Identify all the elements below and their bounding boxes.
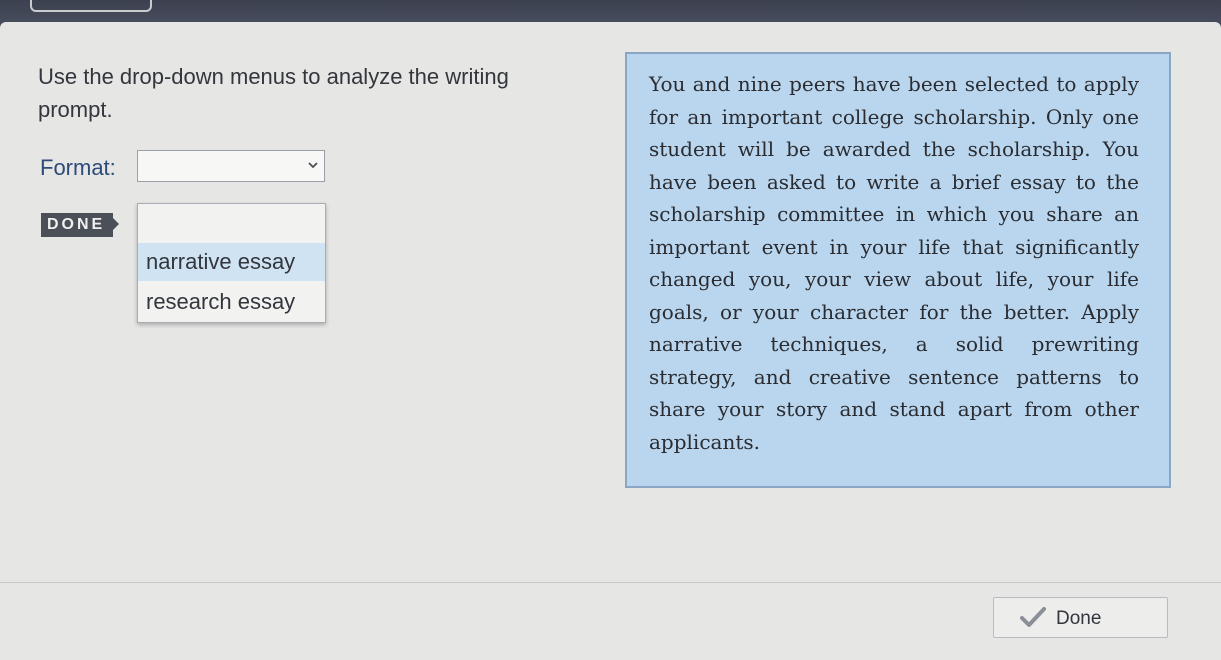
done-button[interactable]: Done: [993, 597, 1168, 638]
instruction-text: Use the drop-down menus to analyze the w…: [38, 64, 509, 122]
done-tag-arrow: [113, 218, 120, 230]
dropdown-option-research-essay[interactable]: research essay: [138, 283, 325, 321]
top-tab-handle[interactable]: [30, 0, 152, 12]
writing-prompt-text: You and nine peers have been selected to…: [649, 72, 1139, 454]
done-button-label: Done: [1056, 608, 1102, 629]
dropdown-option-blank[interactable]: [138, 204, 325, 242]
done-tag: DONE: [41, 213, 120, 237]
writing-prompt-box: You and nine peers have been selected to…: [625, 52, 1171, 488]
check-icon: [1020, 607, 1046, 627]
format-dropdown-list: narrative essay research essay: [137, 203, 326, 323]
done-tag-label: DONE: [47, 216, 106, 233]
footer-divider: [0, 582, 1221, 583]
dropdown-option-narrative-essay[interactable]: narrative essay: [138, 243, 325, 281]
format-row: Format:: [40, 150, 340, 186]
format-dropdown[interactable]: [137, 150, 325, 182]
chevron-down-icon: [308, 162, 318, 169]
format-label: Format:: [40, 155, 116, 180]
question-panel: Use the drop-down menus to analyze the w…: [0, 22, 1221, 660]
